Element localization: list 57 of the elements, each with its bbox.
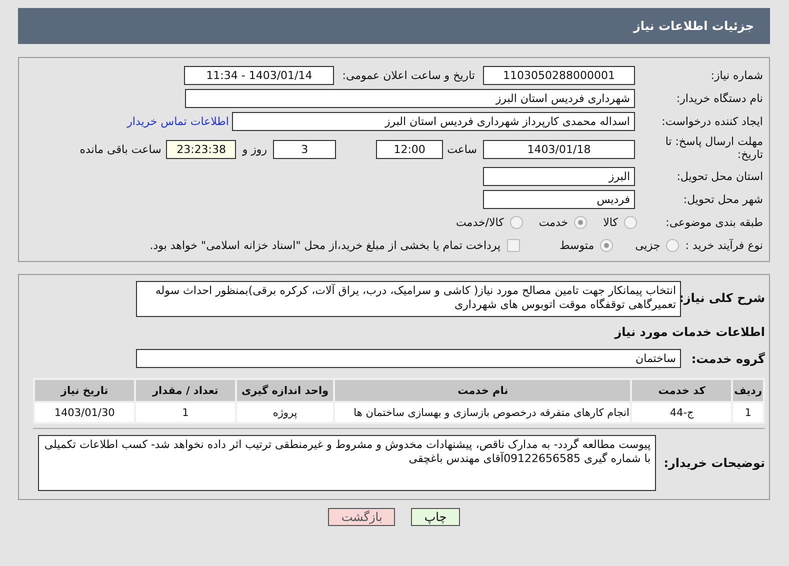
back-button[interactable]: بازگشت	[328, 508, 396, 526]
buyer-name-field: شهرداری فردیس استان البرز	[185, 89, 635, 108]
radio-label: متوسط	[560, 239, 594, 252]
announce-date-field: 1403/01/14 - 11:34	[184, 66, 334, 85]
page-title: جزئیات اطلاعات نیاز	[633, 19, 754, 33]
buyer-notes-field: پیوست مطالعه گردد- به مدارک ناقص، پیشنهادات مخدوش و مشروط و غیرمنطقی ترتیب اثر داده نخواهد شد- کسب اطلاعات تکمیلی با شماره گیری 09122656585آقای مهندس باغچقی	[38, 435, 656, 491]
description-field: انتخاب پیمانکار جهت تامین مصالح مورد نیاز( کاشی و سرامیک، درب، یراق آلات، کرکره برقی)بمنظور احداث سوله تعمیرگاهی توقفگاه موقت اتوبوس های شهرداری	[136, 281, 681, 317]
field-label: شهر محل تحویل:	[682, 193, 764, 206]
field-label: مهلت ارسال پاسخ: تا تاریخ:	[664, 134, 764, 161]
table-cell: 1	[136, 403, 235, 422]
field-label: تاریخ و ساعت اعلان عمومی:	[342, 69, 475, 82]
radio-label: کالا/خدمت	[456, 216, 504, 229]
column-header: واحد اندازه گیری	[236, 380, 334, 401]
province-field: البرز	[483, 167, 635, 186]
field-label: شرح کلی نیاز:	[681, 291, 765, 305]
deadline-date-field: 1403/01/18	[483, 140, 635, 158]
days-label: روز و	[242, 142, 268, 156]
table-cell: 1	[733, 403, 763, 422]
column-header: ردیف	[733, 380, 763, 401]
table-cell: ج-44	[632, 403, 732, 422]
field-label: نوع فرآیند خرید :	[685, 239, 764, 252]
buyer-contact-link[interactable]: اطلاعات تماس خریدار	[127, 115, 229, 128]
radio-button[interactable]	[666, 239, 680, 252]
payment-label: پرداخت تمام یا بخشی از مبلغ خرید،از محل "اسناد خزانه اسلامی" خواهد بود.	[150, 239, 501, 252]
field-label: شماره نیاز:	[710, 69, 764, 82]
field-label: استان محل تحویل:	[676, 170, 764, 183]
radio-label: کالا	[603, 216, 618, 229]
need-number-field: 1103050288000001	[483, 66, 635, 85]
column-header: کد خدمت	[632, 380, 732, 401]
radio-button[interactable]	[510, 216, 523, 229]
field-label: توضیحات خریدار:	[664, 456, 765, 470]
service-group-field: ساختمان	[136, 349, 681, 368]
city-field: فردیس	[483, 190, 635, 209]
table-cell: 1403/01/30	[35, 403, 134, 422]
print-button[interactable]: چاپ	[411, 508, 460, 526]
table-cell: پروژه	[236, 403, 334, 422]
column-header: تاریخ نیاز	[35, 380, 134, 401]
remaining-label: ساعت باقی مانده	[80, 142, 162, 156]
deadline-time-field: 12:00	[376, 140, 444, 158]
requester-field: اسداله محمدی کارپرداز شهرداری فردیس استان البرز	[232, 112, 635, 131]
payment-checkbox[interactable]	[506, 239, 520, 252]
radio-label: خدمت	[538, 216, 568, 229]
radio-label: جزیی	[635, 239, 660, 252]
radio-button[interactable]	[600, 239, 614, 252]
time-label: ساعت	[447, 142, 477, 156]
days-field: 3	[273, 140, 336, 158]
field-label: طبقه بندی موضوعی:	[664, 216, 764, 229]
remaining-time-field: 23:23:38	[166, 140, 236, 158]
section-title: اطلاعات خدمات مورد نیاز	[613, 325, 765, 339]
field-label: نام دستگاه خریدار:	[675, 92, 764, 105]
column-header: نام خدمت	[335, 380, 630, 401]
field-label: گروه خدمت:	[690, 352, 765, 366]
radio-button[interactable]	[624, 216, 637, 229]
field-label: ایجاد کننده درخواست:	[660, 115, 764, 128]
table-cell: انجام کارهای متفرقه درخصوص بازسازی و بهسازی ساختمان ها	[335, 403, 630, 422]
column-header: تعداد / مقدار	[136, 380, 235, 401]
radio-button[interactable]	[574, 216, 588, 229]
